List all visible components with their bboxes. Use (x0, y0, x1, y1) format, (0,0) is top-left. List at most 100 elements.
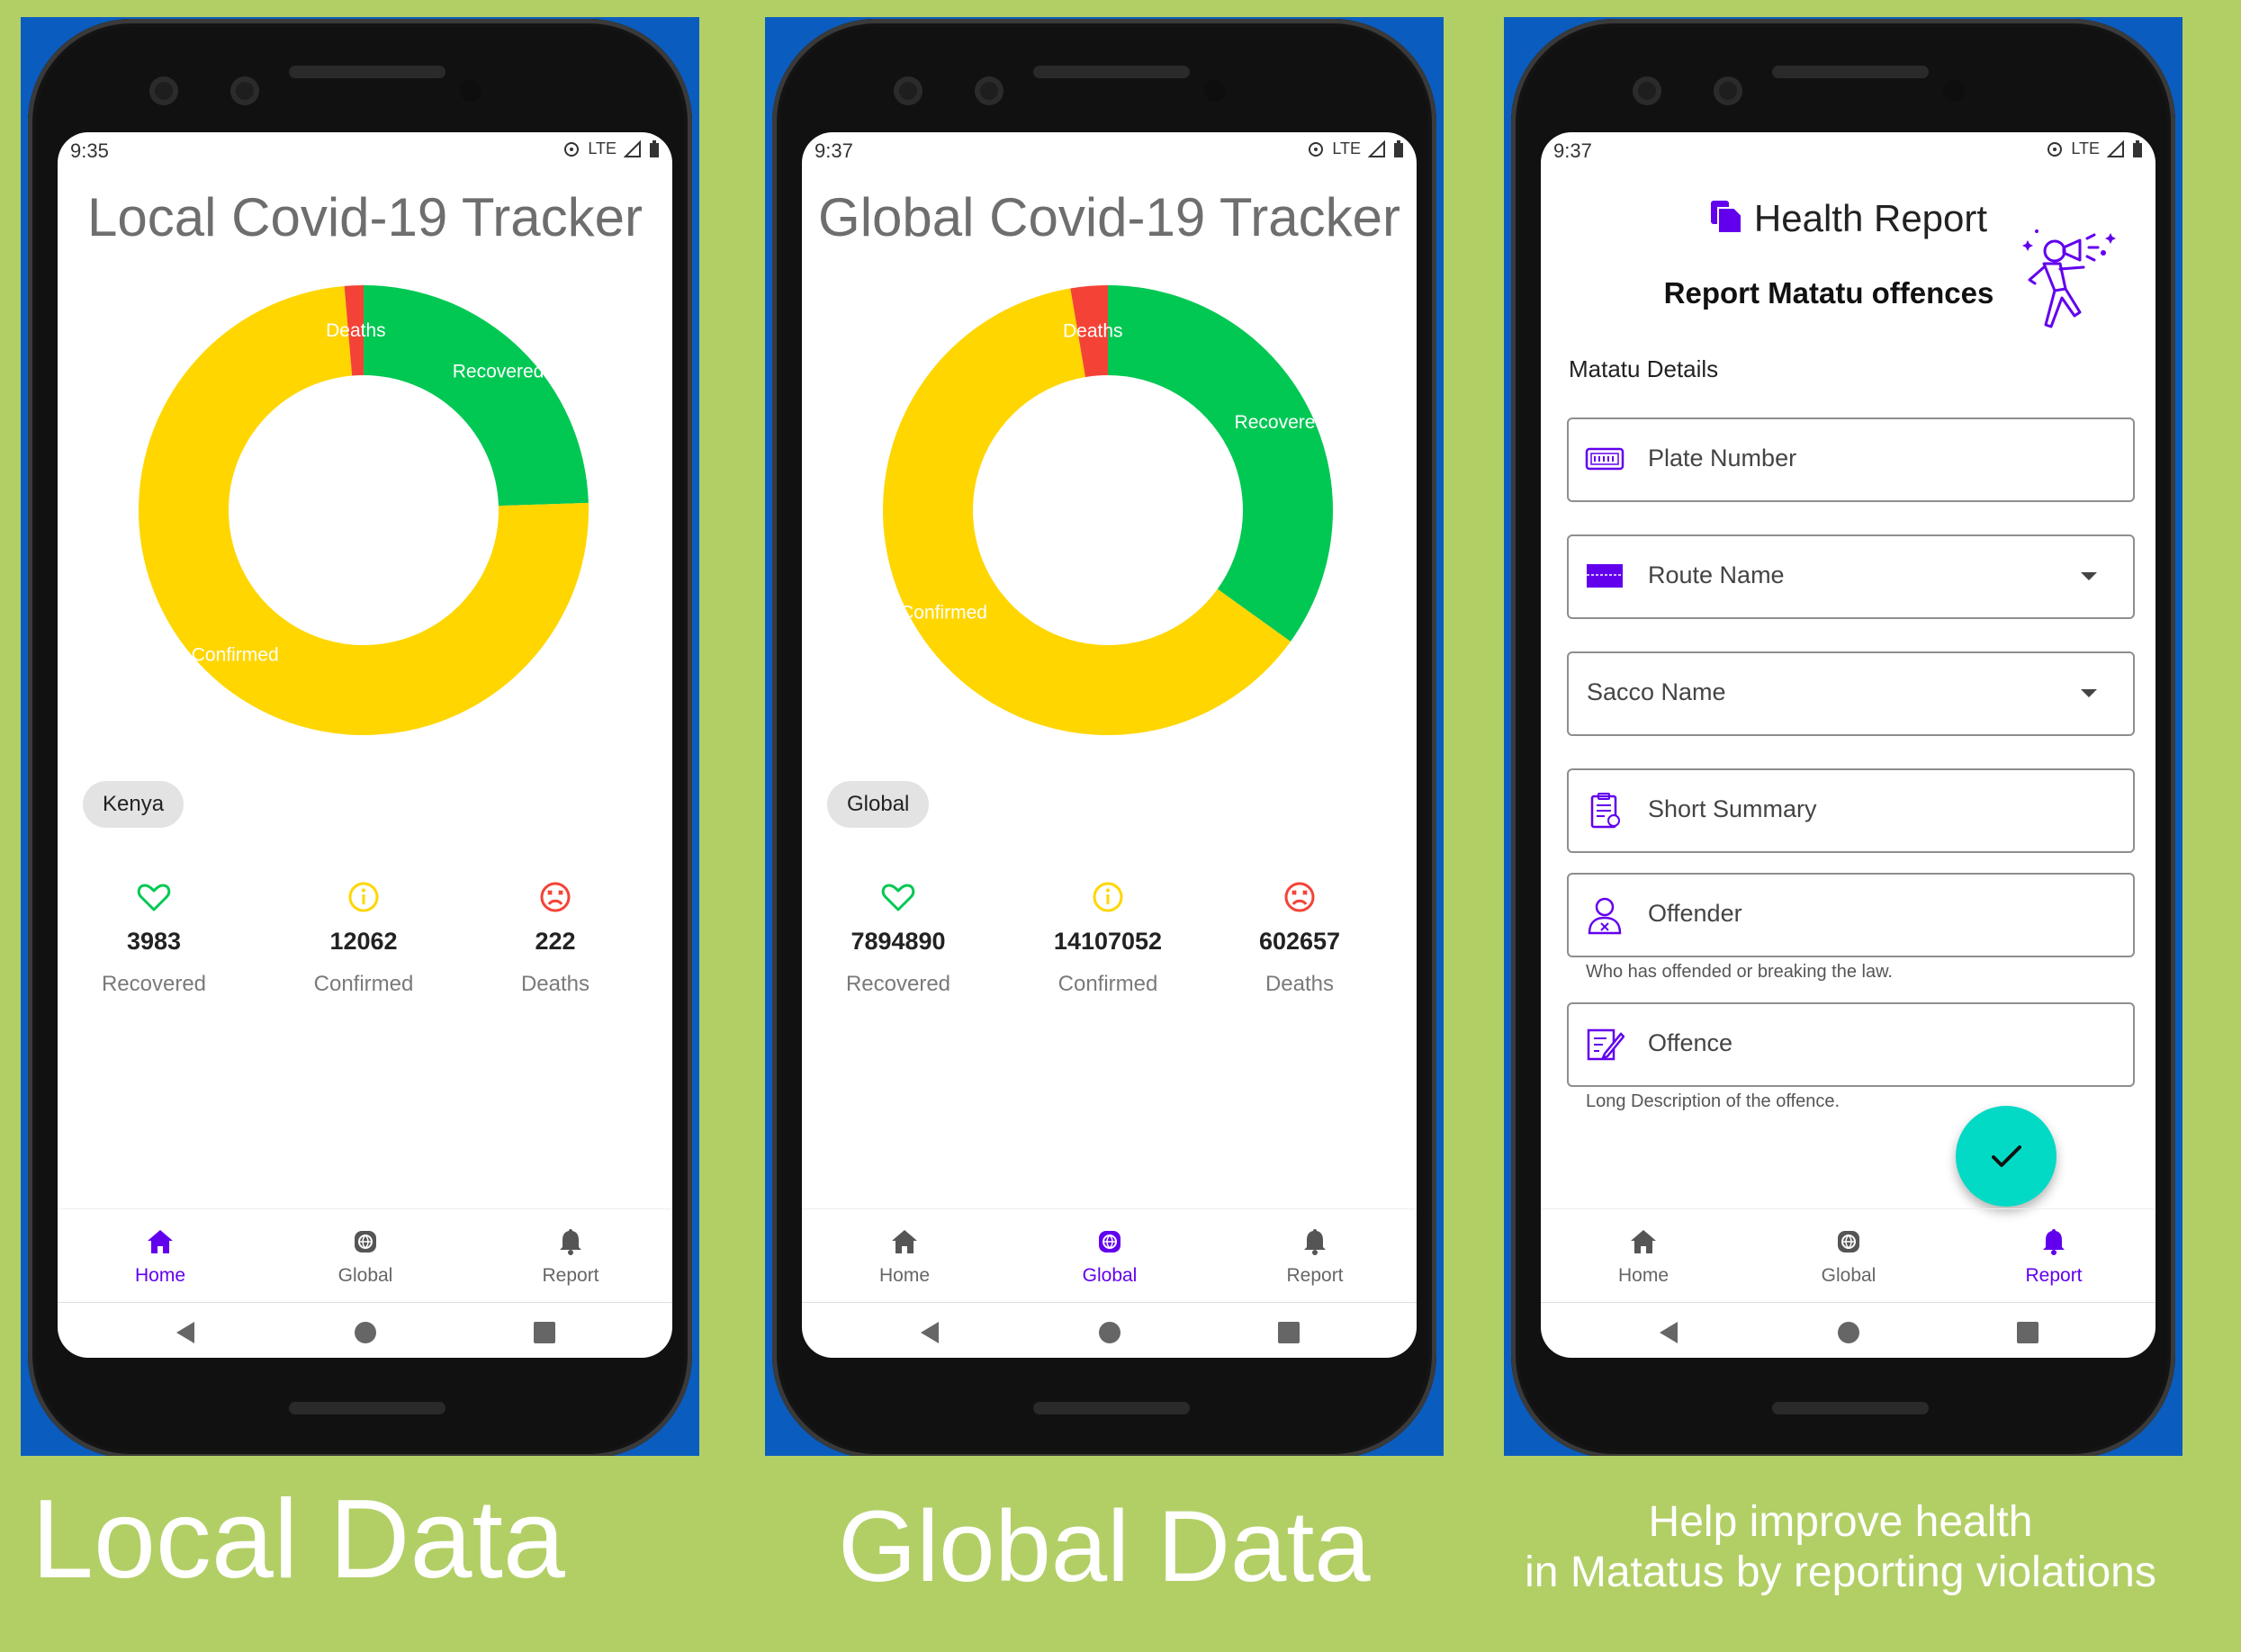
plate-number-field[interactable]: Plate Number (1567, 417, 2135, 502)
route-name-dropdown[interactable]: Route Name (1567, 534, 2135, 619)
home-icon (892, 1230, 917, 1253)
home-circle-icon[interactable] (1098, 1321, 1121, 1344)
region-chip[interactable]: Global (827, 781, 930, 828)
offence-field[interactable]: Offence (1567, 1002, 2135, 1087)
offender-field[interactable]: Offender (1567, 873, 2135, 957)
nav-label: Home (878, 1265, 931, 1286)
back-icon[interactable] (919, 1321, 940, 1344)
stat-label: Recovered (101, 972, 207, 996)
bottom-speaker (1033, 1402, 1190, 1414)
field-placeholder: Plate Number (1648, 444, 1797, 471)
nav-global[interactable]: Global (263, 1209, 468, 1299)
battery-icon (1394, 139, 1403, 157)
signal-icon (624, 139, 641, 157)
bottom-navigation: Home Global Report (1541, 1208, 2156, 1303)
field-placeholder: Sacco Name (1587, 678, 1726, 705)
recents-icon[interactable] (533, 1321, 556, 1344)
recents-icon[interactable] (2016, 1321, 2039, 1344)
donut-label-confirmed: Confirmed (192, 645, 279, 666)
sacco-name-dropdown[interactable]: Sacco Name (1567, 651, 2135, 736)
stats-row: 3983 Recovered 12062 Confirmed 222 Death… (58, 879, 672, 1023)
donut-label-deaths: Deaths (1063, 321, 1123, 342)
caption-global: Global Data (838, 1490, 1371, 1603)
nav-global[interactable]: Global (1007, 1209, 1212, 1299)
stat-label: Deaths (520, 972, 590, 996)
clipboard-icon (1590, 793, 1620, 829)
short-summary-field[interactable]: Short Summary (1567, 768, 2135, 853)
data-saver-icon (1309, 141, 1324, 157)
stat-recovered: 7894890 Recovered (802, 879, 994, 997)
signal-icon (2107, 139, 2124, 157)
back-icon[interactable] (175, 1321, 196, 1344)
bottom-speaker (1772, 1402, 1929, 1414)
status-bar: 9:37 LTE (802, 132, 1417, 165)
donut-label-recovered: Recovered (453, 362, 544, 382)
bell-icon (2043, 1229, 2065, 1255)
nav-label: Home (1617, 1265, 1670, 1286)
nav-home[interactable]: Home (802, 1209, 1007, 1299)
status-bar: 9:37 LTE (1541, 132, 2156, 165)
nav-report[interactable]: Report (1212, 1209, 1417, 1299)
donut-slice-recovered (1108, 285, 1333, 642)
system-navigation (802, 1302, 1417, 1358)
chevron-down-icon (2081, 689, 2097, 697)
status-time: 9:37 (1553, 139, 1592, 162)
donut-slice-recovered (364, 285, 589, 507)
nav-report[interactable]: Report (468, 1209, 672, 1299)
nav-report[interactable]: Report (1951, 1209, 2156, 1299)
stat-confirmed: 12062 Confirmed (267, 879, 460, 997)
nav-label: Report (1286, 1265, 1344, 1286)
phone-frame: 9:35 LTE Local Covid-19 Tracker Recovere… (28, 19, 692, 1456)
system-navigation (58, 1302, 672, 1358)
bottom-speaker (289, 1402, 446, 1414)
bell-icon (1304, 1229, 1326, 1255)
submit-fab[interactable] (1956, 1106, 2056, 1207)
earpiece-speaker (1033, 66, 1190, 78)
nav-global[interactable]: Global (1746, 1209, 1951, 1299)
app-screen: 9:37 LTE Global Covid-19 Tracker Recover… (802, 132, 1417, 1358)
home-circle-icon[interactable] (354, 1321, 377, 1344)
nav-home[interactable]: Home (58, 1209, 263, 1299)
signal-icon (1368, 139, 1385, 157)
phone-frame: 9:37 LTE Health Report Report Matatu off… (1511, 19, 2175, 1456)
nav-home[interactable]: Home (1541, 1209, 1746, 1299)
bottom-navigation: Home Global Report (58, 1208, 672, 1303)
battery-icon (2133, 139, 2142, 157)
home-circle-icon[interactable] (1837, 1321, 1860, 1344)
report-title: Health Report (1753, 197, 1988, 239)
network-type: LTE (588, 139, 616, 157)
data-saver-icon (564, 141, 580, 157)
earpiece-speaker (1772, 66, 1929, 78)
stat-value: 7894890 (850, 928, 946, 955)
app-title: Global Covid-19 Tracker (818, 187, 1400, 247)
person-shouting-illustration (2022, 229, 2116, 328)
stat-label: Deaths (1264, 972, 1335, 996)
country-chip[interactable]: Kenya (83, 781, 184, 828)
heart-icon (137, 884, 171, 911)
front-camera (1714, 76, 1742, 105)
chevron-down-icon (2081, 572, 2097, 580)
status-time: 9:37 (814, 139, 853, 162)
back-icon[interactable] (1658, 1321, 1679, 1344)
nav-label: Home (134, 1265, 186, 1286)
report-panel: 9:37 LTE Health Report Report Matatu off… (1504, 17, 2182, 1456)
stat-value: 602657 (1258, 928, 1341, 955)
donut-chart: Recovered Confirmed Deaths (883, 285, 1333, 735)
stat-label: Recovered (845, 972, 951, 996)
donut-label-recovered: Recovered (1235, 412, 1327, 433)
donut-label-deaths: Deaths (326, 320, 386, 341)
stat-recovered: 3983 Recovered (58, 879, 250, 997)
front-camera (1633, 76, 1661, 105)
app-title: Local Covid-19 Tracker (87, 187, 643, 247)
stat-value: 14107052 (1053, 928, 1163, 955)
field-placeholder: Route Name (1648, 561, 1785, 588)
nav-label: Global (338, 1265, 393, 1286)
recents-icon[interactable] (1277, 1321, 1300, 1344)
battery-icon (650, 139, 659, 157)
stat-value: 3983 (126, 928, 182, 955)
home-icon (148, 1230, 173, 1253)
section-title: Matatu Details (1569, 355, 1719, 382)
stat-label: Confirmed (1058, 972, 1158, 996)
sad-face-icon (1284, 882, 1315, 912)
globe-icon (1838, 1231, 1859, 1252)
